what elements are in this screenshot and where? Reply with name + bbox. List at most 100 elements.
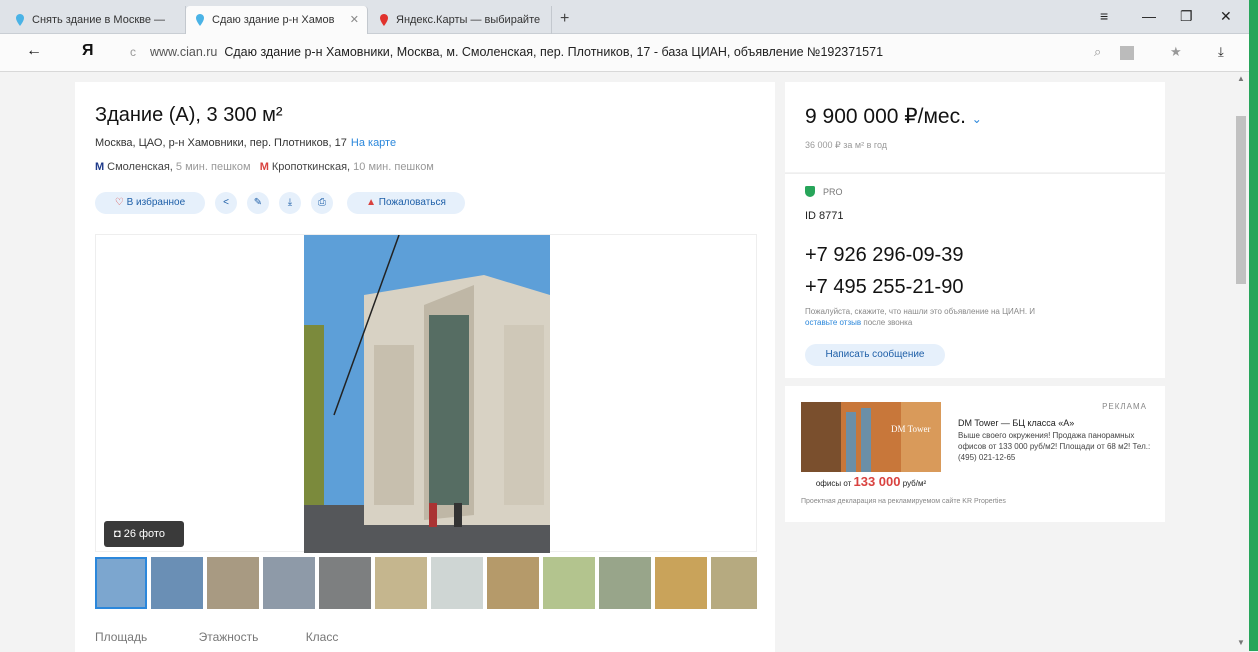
- photo-count-badge[interactable]: ◘ 26 фото: [104, 521, 184, 547]
- param-area-label: Площадь: [95, 630, 148, 644]
- photo-thumbnail[interactable]: [151, 557, 203, 609]
- param-class-label: Класс: [305, 630, 339, 644]
- thumbnail-strip: [95, 557, 757, 609]
- photo-thumbnail[interactable]: [263, 557, 315, 609]
- ad-title[interactable]: DM Tower — БЦ класса «А»: [958, 418, 1074, 428]
- photo-gallery[interactable]: ◘ 26 фото: [95, 234, 757, 553]
- ad-footer: Проектная декларация на рекламируемом са…: [801, 498, 1006, 505]
- url-field[interactable]: www.cian.ru Сдаю здание р-н Хамовники, М…: [150, 45, 883, 59]
- close-tab-icon[interactable]: ✕: [350, 6, 359, 34]
- ad-text: Выше своего окружения! Продажа панорамны…: [958, 431, 1151, 462]
- download-icon[interactable]: ⤓: [279, 192, 301, 214]
- minimize-icon[interactable]: —: [1142, 8, 1156, 24]
- metro-time: 10 мин. пешком: [353, 161, 434, 173]
- tab-label: Снять здание в Москве —: [32, 14, 166, 26]
- address-text: Москва, ЦАО, р-н Хамовники, пер. Плотник…: [95, 137, 347, 149]
- agent-id: ID 8771: [805, 210, 844, 222]
- ad-caption-unit: руб/м²: [902, 479, 927, 488]
- metro-time: 5 мин. пешком: [175, 161, 251, 173]
- main-photo[interactable]: [304, 235, 550, 553]
- price-card: 9 900 000 ₽/мес. ⌄ 36 000 ₽ за м² в год: [785, 82, 1165, 172]
- photo-thumbnail[interactable]: [655, 557, 707, 609]
- building-photo: [304, 235, 550, 553]
- url-page-title: Сдаю здание р-н Хамовники, Москва, м. См…: [224, 45, 884, 59]
- map-pin-icon: [16, 14, 24, 26]
- favorite-label: В избранное: [126, 197, 186, 208]
- photo-count: 26 фото: [123, 528, 165, 540]
- tab-sdayu-zdanie[interactable]: Сдаю здание р-н Хамов ✕: [186, 6, 368, 34]
- complain-button[interactable]: ▲ Пожаловаться: [347, 192, 465, 214]
- map-link[interactable]: На карте: [351, 137, 396, 149]
- search-icon[interactable]: ⌕: [1094, 44, 1101, 60]
- photo-thumbnail[interactable]: [95, 557, 147, 609]
- ad-label: РЕКЛАМА: [1102, 402, 1147, 411]
- tab-label: Сдаю здание р-н Хамов: [212, 14, 335, 26]
- ad-caption-price: 133 000: [853, 474, 901, 489]
- metro-icon: M: [95, 161, 105, 173]
- new-tab-button[interactable]: +: [560, 6, 569, 32]
- chevron-down-icon[interactable]: ⌄: [972, 112, 982, 126]
- metro-icon: M: [259, 161, 269, 173]
- reader-icon[interactable]: [1120, 46, 1134, 60]
- ad-image-text: DM Tower: [891, 424, 930, 434]
- map-pin-icon: [196, 14, 204, 26]
- price-per-meter: 36 000 ₽ за м² в год: [805, 140, 887, 150]
- url-domain: www.cian.ru: [150, 45, 218, 59]
- restore-icon[interactable]: ❐: [1180, 8, 1193, 25]
- map-pin-icon: [380, 14, 388, 26]
- param-floors-label: Этажность: [198, 630, 259, 644]
- send-message-button[interactable]: Написать сообщение: [805, 344, 945, 366]
- ad-caption: офисы от 133 000 руб/м²: [801, 474, 941, 489]
- tab-yandex-maps[interactable]: Яндекс.Карты — выбирайте: [370, 6, 552, 34]
- price-value: 9 900 000 ₽/мес. ⌄: [805, 104, 982, 129]
- note-text: Пожалуйста, скажите, что нашли это объяв…: [805, 307, 1036, 316]
- download-icon[interactable]: ⤓: [1218, 44, 1224, 60]
- scroll-up-icon[interactable]: ▲: [1237, 74, 1245, 83]
- phone-number-2[interactable]: +7 495 255-21-90: [805, 276, 963, 299]
- metro-name[interactable]: Кропоткинская: [272, 161, 347, 173]
- complain-label: Пожаловаться: [378, 197, 446, 208]
- photo-thumbnail[interactable]: [207, 557, 259, 609]
- address-bar: ← Я c www.cian.ru Сдаю здание р-н Хамовн…: [0, 34, 1258, 72]
- share-icon[interactable]: <: [215, 192, 237, 214]
- menu-icon[interactable]: ≡: [1100, 8, 1108, 24]
- side-panel-strip: [1249, 0, 1258, 651]
- photo-thumbnail[interactable]: [711, 557, 757, 609]
- photo-thumbnail[interactable]: [319, 557, 371, 609]
- shield-icon: [805, 186, 815, 197]
- ad-image-art: DM Tower: [801, 402, 941, 472]
- yandex-logo[interactable]: Я: [82, 42, 94, 60]
- photo-thumbnail[interactable]: [487, 557, 539, 609]
- favorite-button[interactable]: ♡ В избранное: [95, 192, 205, 214]
- photo-thumbnail[interactable]: [431, 557, 483, 609]
- listing-address: Москва, ЦАО, р-н Хамовники, пер. Плотник…: [95, 137, 396, 149]
- scrollbar[interactable]: ▲ ▼: [1233, 72, 1249, 651]
- ad-image[interactable]: DM Tower: [801, 402, 941, 472]
- contact-card: PRO ID 8771 +7 926 296-09-39 +7 495 255-…: [785, 173, 1165, 378]
- params-header: Площадь Этажность Класс: [95, 630, 338, 644]
- ad-card[interactable]: РЕКЛАМА DM Tower офисы от 133 000 руб/м²…: [785, 386, 1165, 522]
- photo-thumbnail[interactable]: [543, 557, 595, 609]
- tab-label: Яндекс.Карты — выбирайте: [396, 14, 541, 26]
- tab-bar: Снять здание в Москве — Сдаю здание р-н …: [0, 0, 1258, 34]
- contact-note: Пожалуйста, скажите, что нашли это объяв…: [805, 306, 1065, 328]
- tab-snyat-zdanie[interactable]: Снять здание в Москве —: [6, 6, 186, 34]
- phone-number-1[interactable]: +7 926 296-09-39: [805, 244, 963, 267]
- photo-thumbnail[interactable]: [375, 557, 427, 609]
- pro-badge: PRO: [805, 186, 843, 197]
- back-arrow-icon[interactable]: ←: [26, 42, 42, 60]
- metro-name[interactable]: Смоленская: [107, 161, 170, 173]
- scroll-down-icon[interactable]: ▼: [1237, 638, 1245, 647]
- reload-icon[interactable]: c: [130, 45, 136, 59]
- star-icon[interactable]: ★: [1170, 44, 1182, 60]
- photo-thumbnail[interactable]: [599, 557, 651, 609]
- print-icon[interactable]: ⎙: [311, 192, 333, 214]
- scrollbar-thumb[interactable]: [1236, 116, 1246, 284]
- review-link[interactable]: оставьте отзыв: [805, 318, 861, 327]
- close-window-icon[interactable]: ✕: [1220, 8, 1232, 25]
- metro-stations: M Смоленская, 5 мин. пешком M Кропоткинска…: [95, 161, 434, 173]
- ad-caption-text: офисы от: [815, 479, 852, 488]
- listing-title: Здание (A), 3 300 м²: [95, 104, 283, 126]
- edit-icon[interactable]: ✎: [247, 192, 269, 214]
- listing-card: Здание (A), 3 300 м² Москва, ЦАО, р-н Ха…: [75, 82, 775, 652]
